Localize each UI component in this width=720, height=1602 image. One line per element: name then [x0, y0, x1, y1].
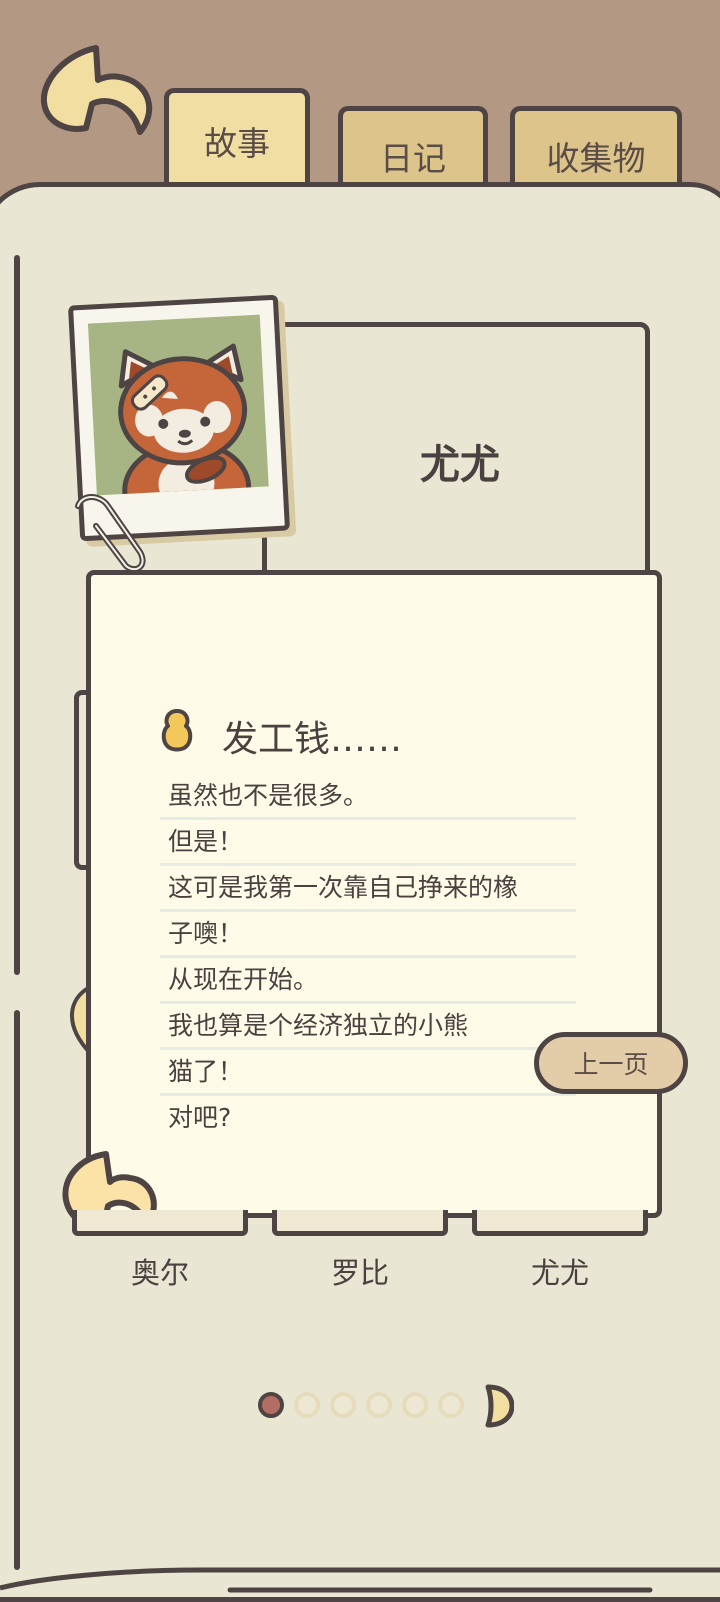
page-dot[interactable] [294, 1392, 320, 1418]
tab-story[interactable]: 故事 [164, 88, 310, 188]
red-panda-portrait-icon [118, 343, 252, 496]
story-line: 猫了！ [160, 1050, 576, 1096]
acorn-bullet-icon [161, 709, 193, 752]
previous-page-button[interactable]: 上一页 [534, 1032, 688, 1094]
page-dot[interactable] [258, 1392, 284, 1418]
paperclip-icon [75, 494, 146, 573]
tab-collection[interactable]: 收集物 [510, 106, 682, 188]
back-arrow-icon[interactable] [36, 40, 156, 150]
story-line: 这可是我第一次靠自己挣来的橡 [160, 866, 576, 912]
story-line: 子噢！ [160, 912, 576, 958]
story-title: 发工钱…… [222, 719, 403, 760]
tab-label: 故事 [204, 123, 270, 163]
page-dot[interactable] [366, 1392, 392, 1418]
character-name: 尤尤 [420, 442, 500, 488]
book-spine-rail [14, 1010, 20, 1570]
story-line: 我也算是个经济独立的小熊 [160, 1004, 576, 1050]
page-dot[interactable] [438, 1392, 464, 1418]
next-page-arrow-icon[interactable] [484, 1384, 514, 1428]
photo-background [87, 314, 269, 496]
character-tab-label[interactable]: 罗比 [272, 1250, 448, 1292]
page-dot[interactable] [330, 1392, 356, 1418]
book-bottom-edge [0, 1567, 720, 1593]
character-tab-label[interactable]: 尤尤 [472, 1250, 648, 1292]
character-tab-label[interactable]: 奥尔 [72, 1250, 248, 1292]
tab-label: 收集物 [546, 139, 646, 178]
character-tab-youyou[interactable] [472, 1210, 648, 1236]
character-tab-luobi[interactable] [272, 1210, 448, 1236]
story-line: 对吧? [168, 1103, 232, 1132]
story-line: 从现在开始。 [160, 958, 576, 1004]
story-line: 但是！ [160, 820, 576, 866]
tab-label: 日记 [380, 139, 446, 178]
page-dot[interactable] [402, 1392, 428, 1418]
previous-page-label: 上一页 [573, 1050, 649, 1079]
book-spine-rail [14, 255, 20, 975]
story-line: 虽然也不是很多。 [160, 774, 576, 820]
character-tab-aoer[interactable] [72, 1210, 248, 1236]
tab-diary[interactable]: 日记 [338, 106, 488, 188]
